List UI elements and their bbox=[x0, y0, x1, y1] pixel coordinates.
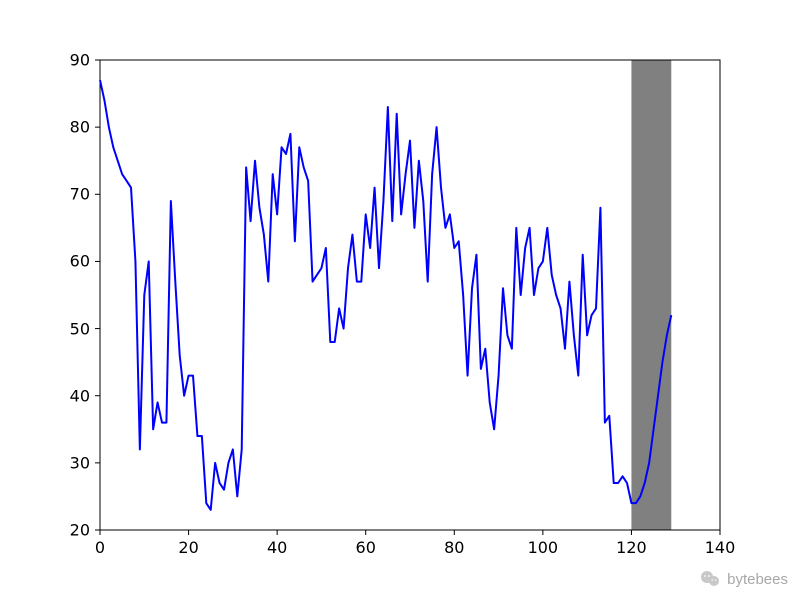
y-tick-label: 90 bbox=[50, 51, 90, 70]
x-tick-label: 60 bbox=[356, 538, 376, 557]
x-tick-label: 100 bbox=[528, 538, 559, 557]
x-tick-label: 140 bbox=[705, 538, 736, 557]
x-tick-label: 0 bbox=[95, 538, 105, 557]
y-tick-label: 60 bbox=[50, 252, 90, 271]
x-tick-label: 80 bbox=[444, 538, 464, 557]
plot-area bbox=[0, 0, 800, 600]
y-tick-label: 80 bbox=[50, 118, 90, 137]
y-tick-label: 70 bbox=[50, 185, 90, 204]
wechat-icon bbox=[699, 568, 721, 590]
x-tick-label: 20 bbox=[178, 538, 198, 557]
watermark: bytebees bbox=[699, 568, 788, 590]
y-tick-label: 20 bbox=[50, 521, 90, 540]
x-tick-label: 120 bbox=[616, 538, 647, 557]
watermark-text: bytebees bbox=[727, 571, 788, 588]
axes-frame bbox=[100, 60, 720, 530]
y-tick-label: 30 bbox=[50, 453, 90, 472]
x-tick-label: 40 bbox=[267, 538, 287, 557]
data-line bbox=[100, 80, 671, 510]
shaded-region bbox=[631, 60, 671, 530]
figure: 0 20 40 60 80 100 120 140 20 30 40 50 60 70 80 90 byteb… bbox=[0, 0, 800, 600]
y-tick-label: 40 bbox=[50, 386, 90, 405]
y-tick-label: 50 bbox=[50, 319, 90, 338]
